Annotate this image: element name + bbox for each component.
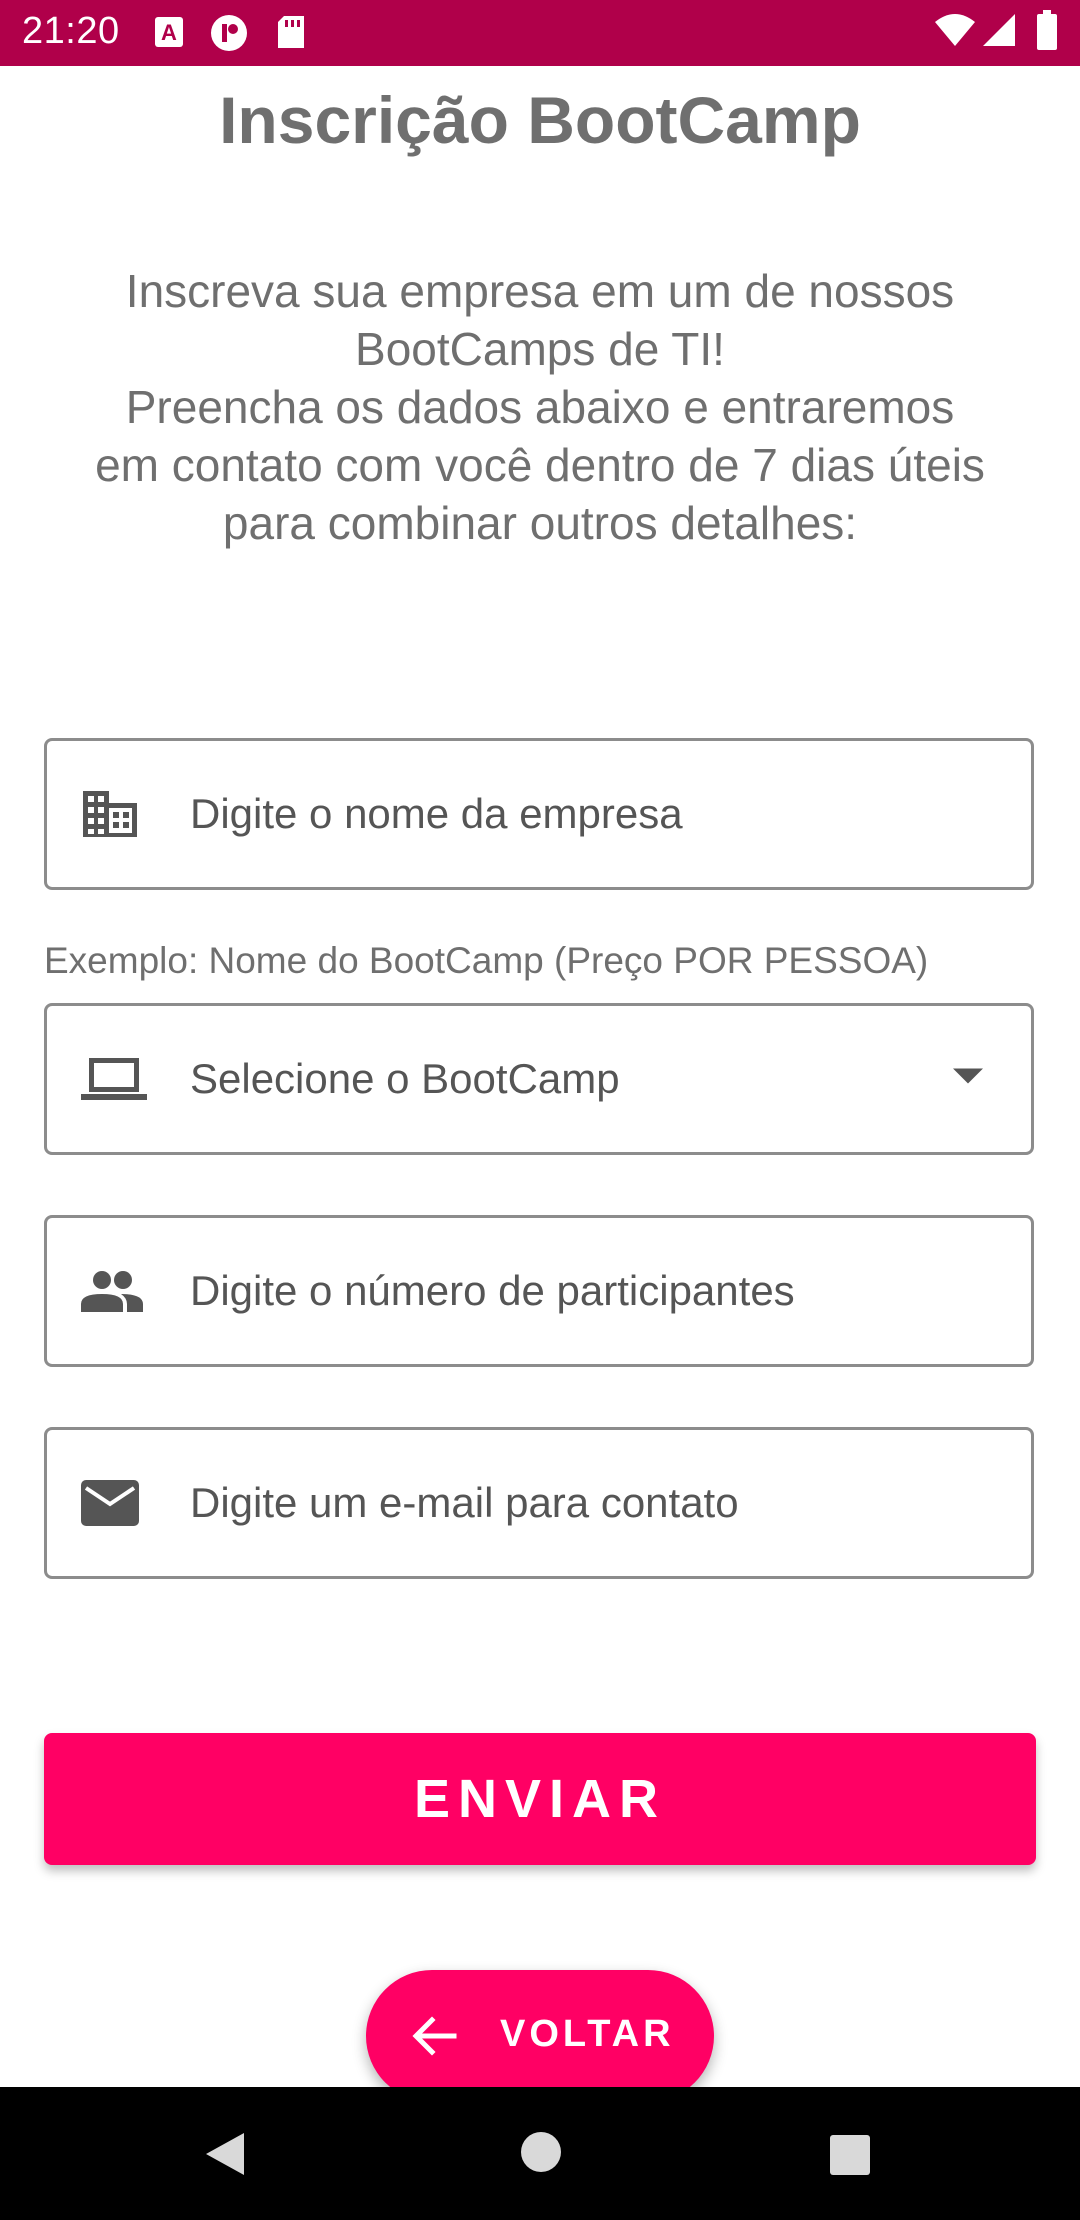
back-triangle-icon[interactable] <box>204 2131 246 2182</box>
participants-placeholder: Digite o número de participantes <box>190 1267 795 1314</box>
building-icon <box>81 789 139 839</box>
people-icon <box>81 1270 143 1312</box>
participants-field[interactable]: Digite o número de participantes <box>44 1215 1034 1367</box>
recents-square-icon[interactable] <box>829 2134 871 2181</box>
wifi-icon <box>934 12 976 48</box>
font-a-icon: A <box>154 14 184 50</box>
chevron-down-icon[interactable] <box>953 1068 983 1090</box>
company-name-placeholder: Digite o nome da empresa <box>190 790 683 837</box>
mail-icon <box>81 1480 139 1526</box>
arrow-left-icon <box>410 2012 458 2065</box>
status-time: 21:20 <box>22 10 120 52</box>
send-button[interactable]: ENVIAR <box>44 1733 1036 1865</box>
home-circle-icon[interactable] <box>520 2131 562 2178</box>
bootcamp-selected-value: Selecione o BootCamp <box>190 1055 620 1102</box>
bootcamp-helper-text: Exemplo: Nome do BootCamp (Preço POR PES… <box>44 940 929 981</box>
laptop-icon <box>81 1056 147 1102</box>
company-name-field[interactable]: Digite o nome da empresa <box>44 738 1034 890</box>
system-nav-bar <box>0 2087 1080 2220</box>
email-field[interactable]: Digite um e-mail para contato <box>44 1427 1034 1579</box>
sd-card-icon <box>276 14 306 50</box>
bootcamp-select[interactable]: Selecione o BootCamp <box>44 1003 1034 1155</box>
signal-icon <box>982 12 1016 48</box>
battery-icon <box>1036 10 1058 50</box>
email-placeholder: Digite um e-mail para contato <box>190 1479 739 1526</box>
page-description: Inscreva sua empresa em um de nossos Boo… <box>95 265 985 549</box>
status-bar: 21:20 A <box>0 0 1080 66</box>
back-button[interactable]: VOLTAR <box>366 1970 714 2102</box>
svg-text:A: A <box>161 20 177 45</box>
page-title: Inscrição BootCamp <box>219 83 861 157</box>
app-circle-icon <box>210 14 248 52</box>
back-button-label: VOLTAR <box>500 2013 675 2055</box>
